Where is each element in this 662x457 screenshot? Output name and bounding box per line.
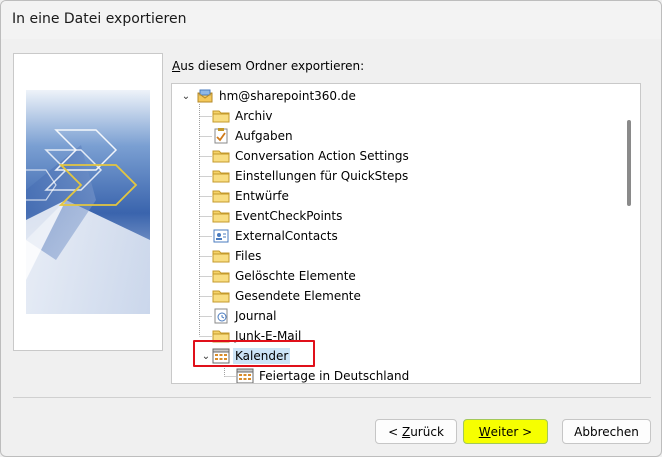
folder-icon bbox=[212, 270, 230, 283]
tree-item-label: Einstellungen für QuickSteps bbox=[235, 169, 409, 183]
tree-item-label: Aufgaben bbox=[235, 129, 293, 143]
title-bar: In eine Datei exportieren bbox=[1, 1, 661, 39]
back-button-mnemonic: Z bbox=[401, 424, 411, 439]
next-button[interactable]: Weiter > bbox=[463, 419, 548, 444]
tree-item-kalender[interactable]: ⌄ Kalender bbox=[200, 346, 291, 366]
back-button[interactable]: < Zurück bbox=[375, 419, 457, 444]
tree-item-label: Gelöschte Elemente bbox=[235, 269, 356, 283]
window-title: In eine Datei exportieren bbox=[12, 11, 187, 27]
folder-icon bbox=[212, 210, 230, 223]
tree-item-label: Junk-E-Mail bbox=[235, 329, 302, 343]
cancel-button[interactable]: Abbrechen bbox=[562, 419, 651, 444]
tree-item-label: Journal bbox=[235, 309, 277, 323]
tree-item-journal[interactable]: Journal bbox=[212, 306, 279, 326]
tree-item-label: Archiv bbox=[235, 109, 273, 123]
tree-item-feiertage[interactable]: Feiertage in Deutschland bbox=[236, 366, 411, 383]
folder-icon bbox=[212, 190, 230, 203]
tree-scrollbar[interactable] bbox=[618, 84, 640, 383]
folder-label-text: us diesem Ordner exportieren: bbox=[180, 59, 365, 73]
tree-item-label: Gesendete Elemente bbox=[235, 289, 361, 303]
tree-item-label: Files bbox=[235, 249, 262, 263]
tree-item-mailbox[interactable]: ⌄ hm@sharepoint360.de bbox=[180, 86, 358, 106]
tree-item-label: EventCheckPoints bbox=[235, 209, 343, 223]
tree-item-entwuerfe[interactable]: Entwürfe bbox=[212, 186, 291, 206]
folder-icon bbox=[212, 250, 230, 263]
next-button-label: eiter > bbox=[490, 424, 533, 439]
tasks-icon bbox=[214, 128, 228, 144]
folder-tree[interactable]: ⌄ hm@sharepoint360.de Archiv Aufgaben Co… bbox=[171, 83, 641, 384]
folder-icon bbox=[212, 150, 230, 163]
folder-label: Aus diesem Ordner exportieren: bbox=[172, 59, 364, 73]
export-dialog: In eine Datei exportieren Aus diesem Ord… bbox=[0, 0, 662, 457]
tree-item-label: Entwürfe bbox=[235, 189, 289, 203]
mailbox-icon bbox=[197, 89, 213, 103]
folder-icon bbox=[212, 330, 230, 343]
wizard-image-panel bbox=[13, 53, 163, 351]
folder-icon bbox=[212, 170, 230, 183]
tree-item-label: Feiertage in Deutschland bbox=[259, 369, 410, 383]
button-separator bbox=[13, 397, 651, 398]
tree-item-files[interactable]: Files bbox=[212, 246, 263, 266]
chevron-down-icon[interactable]: ⌄ bbox=[200, 346, 212, 366]
folder-icon bbox=[212, 290, 230, 303]
tree-item-externalcontacts[interactable]: ExternalContacts bbox=[212, 226, 340, 246]
tree-item-quicksteps[interactable]: Einstellungen für QuickSteps bbox=[212, 166, 410, 186]
contacts-icon bbox=[213, 229, 229, 243]
tree-item-archiv[interactable]: Archiv bbox=[212, 106, 275, 126]
tree-item-conversation-action-settings[interactable]: Conversation Action Settings bbox=[212, 146, 411, 166]
tree-item-junk-email[interactable]: Junk-E-Mail bbox=[212, 326, 303, 346]
tree-item-geloeschte-elemente[interactable]: Gelöschte Elemente bbox=[212, 266, 358, 286]
next-button-mnemonic: W bbox=[478, 424, 491, 439]
tree-item-label: Conversation Action Settings bbox=[235, 149, 409, 163]
tree-item-label: hm@sharepoint360.de bbox=[219, 89, 356, 103]
chevron-down-icon[interactable]: ⌄ bbox=[180, 86, 192, 106]
tree-item-label: ExternalContacts bbox=[235, 229, 338, 243]
wizard-graphic bbox=[26, 90, 150, 314]
back-button-label: urück bbox=[410, 424, 444, 439]
folder-icon bbox=[212, 110, 230, 123]
journal-icon bbox=[214, 308, 228, 324]
calendar-icon bbox=[212, 348, 230, 364]
tree-item-aufgaben[interactable]: Aufgaben bbox=[212, 126, 295, 146]
tree-item-eventcheckpoints[interactable]: EventCheckPoints bbox=[212, 206, 344, 226]
folder-label-mnemonic: A bbox=[172, 59, 181, 73]
back-button-prefix: < bbox=[388, 424, 402, 439]
scrollbar-thumb[interactable] bbox=[627, 120, 631, 206]
tree-item-label: Kalender bbox=[233, 348, 291, 364]
tree-item-gesendete-elemente[interactable]: Gesendete Elemente bbox=[212, 286, 363, 306]
calendar-icon bbox=[236, 368, 254, 383]
